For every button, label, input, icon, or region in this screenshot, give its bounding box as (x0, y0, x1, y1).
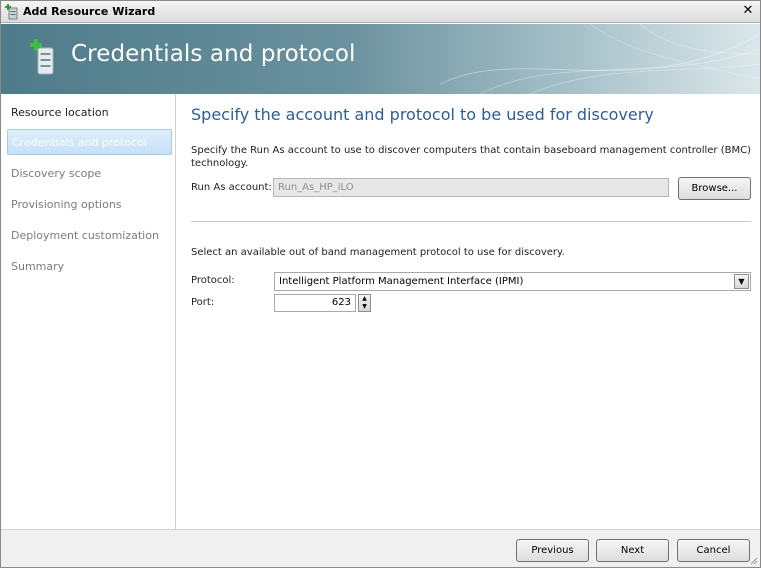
protocol-select-value: Intelligent Platform Management Interfac… (279, 276, 524, 287)
nav-step-resource-location[interactable]: Resource location (1, 100, 174, 126)
nav-step-provisioning-options[interactable]: Provisioning options (1, 192, 174, 218)
window-title: Add Resource Wizard (23, 5, 156, 18)
wizard-window: Add Resource Wizard ✕ Credentials and pr… (0, 0, 761, 568)
run-as-description: Specify the Run As account to use to dis… (191, 145, 751, 169)
server-add-icon (30, 39, 54, 75)
wizard-steps-nav: Resource location Credentials and protoc… (1, 94, 176, 529)
nav-step-deployment-customization[interactable]: Deployment customization (1, 223, 174, 249)
page-heading: Specify the account and protocol to be u… (191, 105, 654, 124)
wizard-app-icon (5, 4, 18, 20)
wizard-footer: Previous Next Cancel (1, 529, 760, 567)
cancel-button[interactable]: Cancel (677, 539, 750, 562)
dropdown-arrow-icon[interactable]: ▼ (734, 274, 749, 289)
section-divider (191, 221, 751, 222)
title-bar: Add Resource Wizard ✕ (1, 1, 760, 23)
protocol-select[interactable]: Intelligent Platform Management Interfac… (274, 272, 751, 291)
run-as-label: Run As account: (191, 182, 272, 193)
port-spinner[interactable]: ▲ ▼ (358, 294, 371, 312)
main-content: Specify the account and protocol to be u… (177, 94, 760, 529)
browse-button[interactable]: Browse... (678, 177, 751, 200)
banner-decoration (440, 24, 760, 94)
port-label: Port: (191, 297, 215, 308)
protocol-intro: Select an available out of band manageme… (191, 247, 565, 258)
spin-down-icon[interactable]: ▼ (359, 303, 370, 311)
close-icon[interactable]: ✕ (740, 3, 756, 19)
nav-step-summary[interactable]: Summary (1, 254, 174, 280)
spin-up-icon[interactable]: ▲ (359, 295, 370, 303)
banner-title: Credentials and protocol (71, 41, 356, 67)
port-input[interactable]: 623 (274, 294, 356, 312)
nav-step-discovery-scope[interactable]: Discovery scope (1, 161, 174, 187)
run-as-account-field: Run_As_HP_iLO (273, 178, 669, 197)
nav-step-credentials-and-protocol[interactable]: Credentials and protocol (7, 129, 172, 155)
protocol-label: Protocol: (191, 275, 235, 286)
previous-button[interactable]: Previous (516, 539, 589, 562)
next-button[interactable]: Next (596, 539, 669, 562)
resize-grip-icon[interactable] (748, 555, 758, 565)
header-banner: Credentials and protocol (1, 24, 760, 94)
